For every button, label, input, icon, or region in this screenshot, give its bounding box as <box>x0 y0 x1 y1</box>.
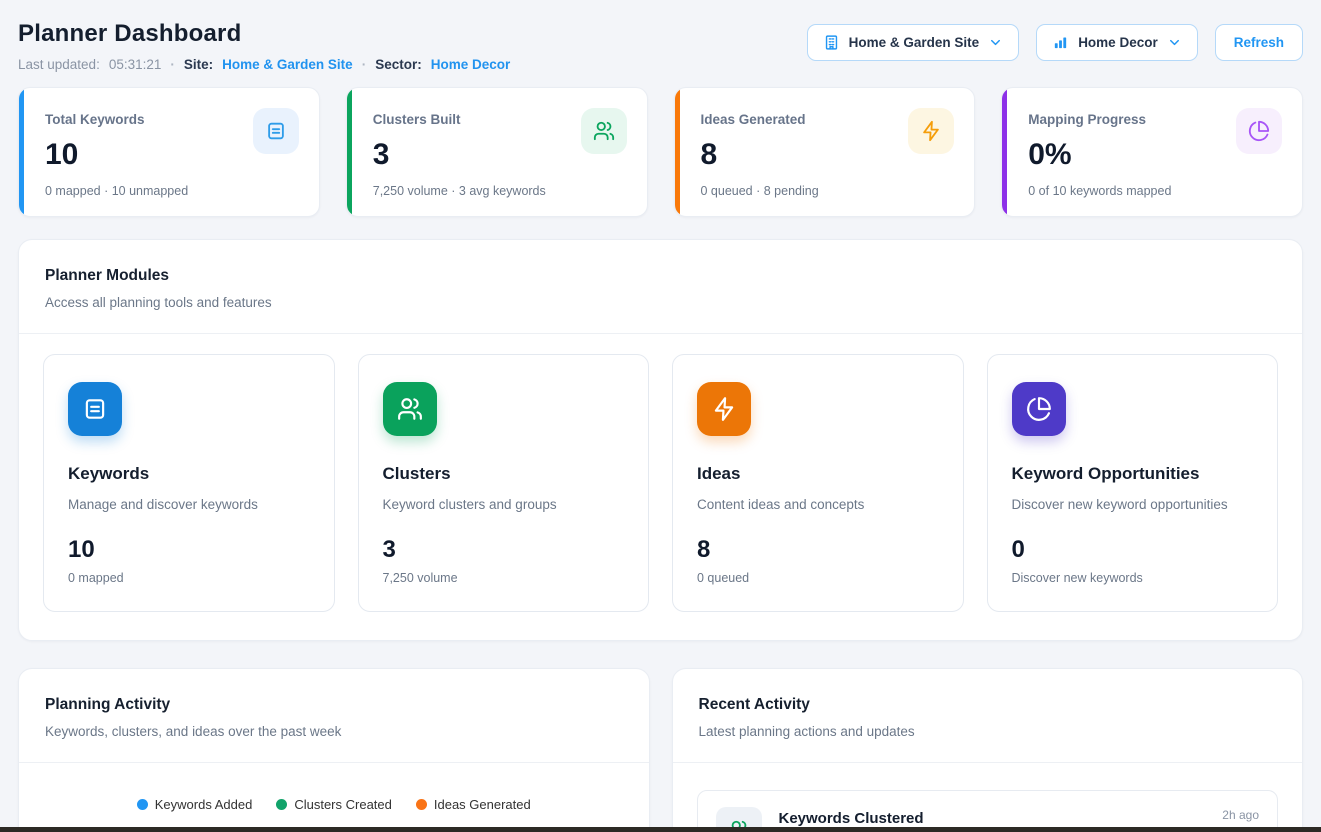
module-title: Keyword Opportunities <box>1012 464 1254 484</box>
sector-dropdown-label: Home Decor <box>1078 35 1158 50</box>
document-icon <box>253 108 299 154</box>
recent-activity-title: Recent Activity <box>699 696 1277 714</box>
module-subtitle: 7,250 volume <box>383 571 625 585</box>
planning-activity-title: Planning Activity <box>45 696 623 714</box>
sector-label: Sector: <box>375 57 422 72</box>
legend-dot-orange <box>416 799 427 810</box>
chart-legend: Keywords Added Clusters Created Ideas Ge… <box>19 797 649 812</box>
stat-subtitle: 7,250 volume · 3 avg keywords <box>373 184 625 198</box>
module-description: Discover new keyword opportunities <box>1012 497 1254 512</box>
module-value: 3 <box>383 536 625 564</box>
planner-modules-panel: Planner Modules Access all planning tool… <box>18 239 1303 641</box>
stat-subtitle: 0 of 10 keywords mapped <box>1028 184 1280 198</box>
module-description: Manage and discover keywords <box>68 497 310 512</box>
module-card-ideas[interactable]: Ideas Content ideas and concepts 8 0 que… <box>672 354 964 612</box>
chevron-down-icon <box>1167 35 1182 50</box>
site-link[interactable]: Home & Garden Site <box>222 57 353 72</box>
stat-subtitle: 0 queued · 8 pending <box>701 184 953 198</box>
module-subtitle: 0 queued <box>697 571 939 585</box>
activity-item-title: Keywords Clustered <box>779 810 924 827</box>
legend-dot-blue <box>137 799 148 810</box>
refresh-button-label: Refresh <box>1234 35 1284 50</box>
users-icon <box>383 382 437 436</box>
bottom-dark-strip <box>0 827 1321 832</box>
meta-separator: · <box>362 57 367 72</box>
activity-item-time: 2h ago <box>1222 808 1259 822</box>
module-description: Content ideas and concepts <box>697 497 939 512</box>
dashboard-page: Planner Dashboard Last updated: 05:31:21… <box>0 0 1321 832</box>
legend-dot-green <box>276 799 287 810</box>
users-icon <box>581 108 627 154</box>
planning-activity-subtitle: Keywords, clusters, and ideas over the p… <box>45 724 623 739</box>
legend-label: Ideas Generated <box>434 797 531 812</box>
meta-separator: · <box>170 57 175 72</box>
module-card-keyword-opportunities[interactable]: Keyword Opportunities Discover new keywo… <box>987 354 1279 612</box>
building-icon <box>823 34 840 51</box>
module-value: 8 <box>697 536 939 564</box>
last-updated-value: 05:31:21 <box>109 57 162 72</box>
planning-activity-card: Planning Activity Keywords, clusters, an… <box>18 668 650 832</box>
stat-cards-row: Total Keywords 10 0 mapped · 10 unmapped… <box>18 87 1303 217</box>
page-meta: Last updated: 05:31:21 · Site: Home & Ga… <box>18 57 510 72</box>
site-dropdown-button[interactable]: Home & Garden Site <box>807 24 1020 61</box>
modules-grid: Keywords Manage and discover keywords 10… <box>19 334 1302 640</box>
legend-label: Keywords Added <box>155 797 253 812</box>
module-description: Keyword clusters and groups <box>383 497 625 512</box>
stat-card-clusters-built: Clusters Built 3 7,250 volume · 3 avg ke… <box>346 87 648 217</box>
last-updated-label: Last updated: <box>18 57 100 72</box>
site-dropdown-label: Home & Garden Site <box>849 35 980 50</box>
planner-modules-subtitle: Access all planning tools and features <box>45 295 1276 310</box>
sector-link[interactable]: Home Decor <box>431 57 511 72</box>
sector-dropdown-button[interactable]: Home Decor <box>1036 24 1198 61</box>
recent-activity-card: Recent Activity Latest planning actions … <box>672 668 1304 832</box>
legend-item-clusters-created: Clusters Created <box>276 797 392 812</box>
stat-card-ideas-generated: Ideas Generated 8 0 queued · 8 pending <box>674 87 976 217</box>
header-left: Planner Dashboard Last updated: 05:31:21… <box>18 20 510 72</box>
refresh-button[interactable]: Refresh <box>1215 24 1303 61</box>
module-value: 10 <box>68 536 310 564</box>
site-label: Site: <box>184 57 213 72</box>
page-title: Planner Dashboard <box>18 20 510 48</box>
stat-card-mapping-progress: Mapping Progress 0% 0 of 10 keywords map… <box>1001 87 1303 217</box>
planning-activity-header: Planning Activity Keywords, clusters, an… <box>19 669 649 763</box>
planner-modules-title: Planner Modules <box>45 267 1276 285</box>
module-card-clusters[interactable]: Clusters Keyword clusters and groups 3 7… <box>358 354 650 612</box>
bottom-row: Planning Activity Keywords, clusters, an… <box>18 668 1303 832</box>
module-subtitle: Discover new keywords <box>1012 571 1254 585</box>
module-title: Keywords <box>68 464 310 484</box>
legend-item-ideas-generated: Ideas Generated <box>416 797 531 812</box>
document-icon <box>68 382 122 436</box>
zap-icon <box>908 108 954 154</box>
stat-card-total-keywords: Total Keywords 10 0 mapped · 10 unmapped <box>18 87 320 217</box>
legend-label: Clusters Created <box>294 797 392 812</box>
module-card-keywords[interactable]: Keywords Manage and discover keywords 10… <box>43 354 335 612</box>
stat-subtitle: 0 mapped · 10 unmapped <box>45 184 297 198</box>
module-subtitle: 0 mapped <box>68 571 310 585</box>
recent-activity-header: Recent Activity Latest planning actions … <box>673 669 1303 763</box>
module-title: Ideas <box>697 464 939 484</box>
planner-modules-header: Planner Modules Access all planning tool… <box>19 240 1302 334</box>
pie-chart-icon <box>1236 108 1282 154</box>
pie-chart-icon <box>1012 382 1066 436</box>
zap-icon <box>697 382 751 436</box>
legend-item-keywords-added: Keywords Added <box>137 797 253 812</box>
module-title: Clusters <box>383 464 625 484</box>
page-header: Planner Dashboard Last updated: 05:31:21… <box>18 0 1303 72</box>
recent-activity-subtitle: Latest planning actions and updates <box>699 724 1277 739</box>
header-actions: Home & Garden Site Home Decor Refresh <box>807 24 1303 61</box>
module-value: 0 <box>1012 536 1254 564</box>
bar-chart-icon <box>1052 34 1069 51</box>
chevron-down-icon <box>988 35 1003 50</box>
activity-list-item[interactable]: Keywords Clustered 3 new clusters create… <box>697 790 1279 832</box>
